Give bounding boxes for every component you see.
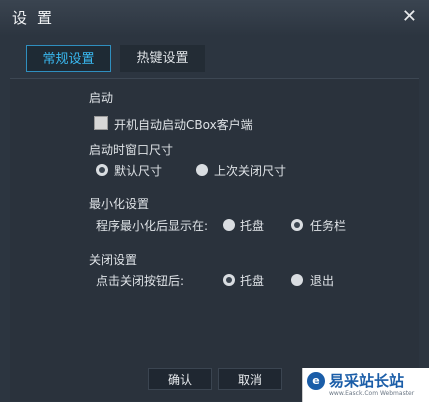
minimize-prompt: 程序最小化后显示在: <box>96 219 209 233</box>
radio-minimize-taskbar[interactable] <box>291 219 303 231</box>
close-icon[interactable]: ✕ <box>402 6 417 27</box>
minimize-tray-label: 托盘 <box>240 219 265 233</box>
radio-last-size[interactable] <box>196 164 208 176</box>
radio-minimize-tray[interactable] <box>223 219 235 231</box>
window-title: 设置 <box>12 9 63 27</box>
autostart-label: 开机自动启动CBox客户端 <box>114 118 253 132</box>
watermark-name: 易采站长站 <box>329 372 405 390</box>
tab-general[interactable]: 常规设置 <box>26 45 111 72</box>
watermark: e 易采站长站 www.Easck.Com Webmaster <box>302 368 429 402</box>
close-prompt: 点击关闭按钮后: <box>96 274 185 288</box>
watermark-sub: www.Easck.Com Webmaster <box>329 390 415 397</box>
radio-close-exit[interactable] <box>291 274 303 286</box>
minimize-heading: 最小化设置 <box>89 197 150 211</box>
window-size-heading: 启动时窗口尺寸 <box>89 143 174 157</box>
autostart-checkbox[interactable] <box>94 116 108 130</box>
cancel-button[interactable]: 取消 <box>218 368 282 390</box>
close-tray-label: 托盘 <box>240 274 265 288</box>
watermark-logo: e <box>307 372 325 390</box>
radio-default-size[interactable] <box>96 164 108 176</box>
minimize-taskbar-label: 任务栏 <box>310 219 347 233</box>
confirm-button[interactable]: 确认 <box>148 368 212 390</box>
title-bar: 设置 ✕ <box>0 0 429 36</box>
startup-heading: 启动 <box>89 91 114 105</box>
radio-close-tray[interactable] <box>223 274 235 286</box>
close-exit-label: 退出 <box>310 274 335 288</box>
close-settings-heading: 关闭设置 <box>89 253 138 267</box>
default-size-label: 默认尺寸 <box>114 164 163 178</box>
tab-hotkeys[interactable]: 热键设置 <box>120 45 205 72</box>
last-size-label: 上次关闭尺寸 <box>214 164 287 178</box>
